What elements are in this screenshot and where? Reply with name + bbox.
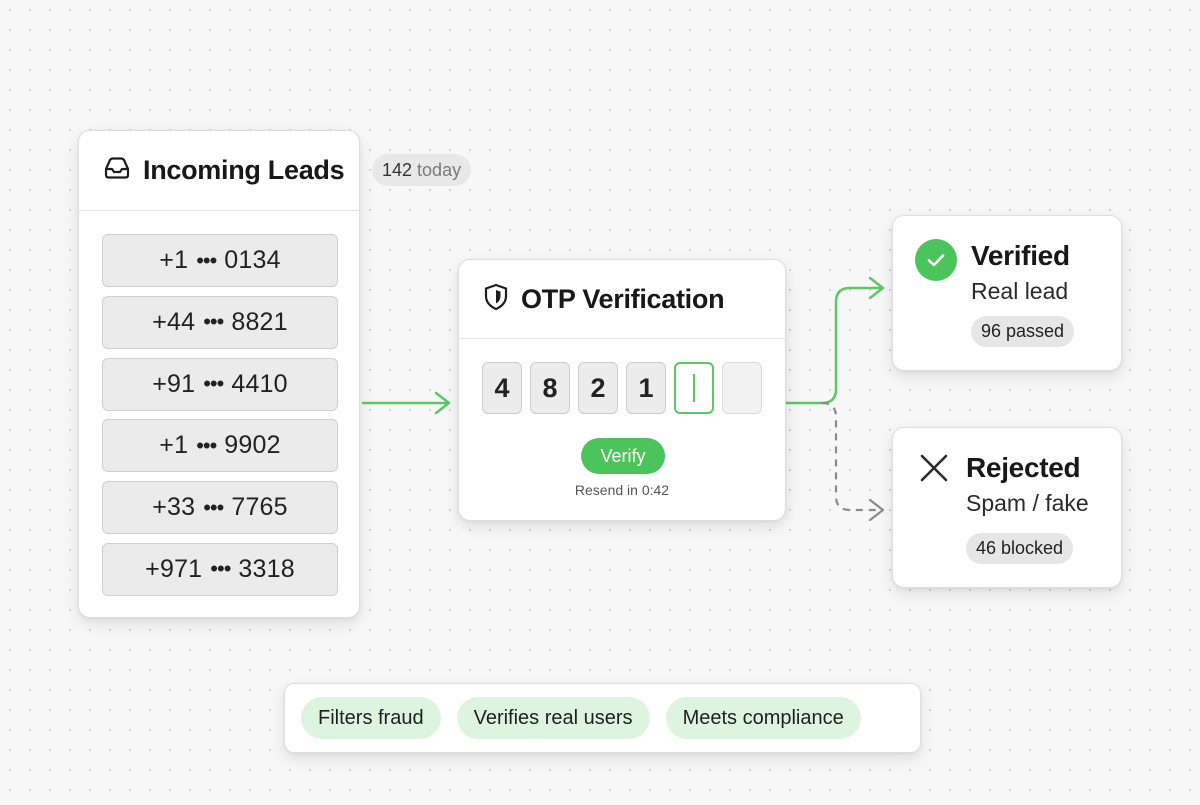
verified-count-badge: 96 passed	[971, 316, 1075, 347]
arrow-otp-to-verified	[786, 276, 885, 405]
otp-digit-box[interactable]: 1	[626, 362, 666, 414]
otp-digit-box[interactable]: 8	[530, 362, 570, 414]
close-icon	[919, 453, 949, 483]
lead-masked-digits: •••	[210, 556, 231, 582]
rejected-title: Rejected	[966, 452, 1081, 483]
lead-country-code: +971	[145, 554, 203, 583]
lead-number-suffix: 0134	[224, 246, 281, 274]
check-circle-icon	[915, 239, 957, 281]
lead-masked-digits: •••	[203, 494, 224, 520]
lead-item[interactable]: +44 ••• 8821	[102, 295, 338, 349]
otp-digit-box[interactable]: 4	[482, 362, 522, 414]
benefit-pill: Verifies real users	[456, 697, 650, 739]
incoming-leads-title: Incoming Leads	[143, 155, 345, 185]
leads-count-unit: today	[417, 159, 462, 180]
lead-masked-digits: •••	[203, 371, 224, 397]
lead-masked-digits: •••	[196, 247, 217, 273]
rejected-subtitle: Spam / fake	[966, 490, 1089, 516]
lead-number-suffix: 9902	[224, 431, 281, 460]
incoming-leads-card: Incoming Leads +1 ••• 0134 +44 ••• 8821 …	[78, 130, 360, 618]
arrow-leads-to-otp	[362, 391, 451, 415]
otp-verification-card: OTP Verification 4 8 2 1 Verify Resend i…	[458, 259, 786, 521]
otp-header: OTP Verification	[459, 260, 785, 339]
otp-title: OTP Verification	[521, 283, 725, 314]
leads-count-badge: 142 today	[372, 154, 472, 186]
lead-item[interactable]: +91 ••• 4410	[102, 357, 338, 411]
verified-title: Verified	[971, 240, 1070, 271]
inbox-icon	[103, 156, 131, 185]
rejected-card: Rejected Spam / fake 46 blocked	[892, 427, 1122, 588]
verified-subtitle: Real lead	[971, 278, 1069, 304]
incoming-leads-header: Incoming Leads	[79, 131, 359, 211]
otp-digit-box-active[interactable]	[674, 362, 714, 414]
lead-item[interactable]: +1 ••• 0134	[102, 234, 338, 287]
shield-icon	[483, 283, 509, 316]
lead-country-code: +44	[152, 307, 196, 336]
lead-country-code: +1	[159, 431, 189, 460]
lead-country-code: +91	[152, 369, 196, 398]
lead-item[interactable]: +33 ••• 7765	[102, 481, 338, 535]
benefits-bar: Filters fraud Verifies real users Meets …	[284, 683, 921, 753]
lead-number-suffix: 4410	[231, 369, 288, 398]
benefit-pill: Filters fraud	[301, 697, 441, 739]
lead-number-suffix: 8821	[231, 307, 288, 336]
resend-timer[interactable]: Resend in 0:42	[459, 482, 785, 498]
verified-card: Verified Real lead 96 passed	[892, 215, 1122, 371]
lead-number-suffix: 3318	[238, 554, 295, 583]
lead-masked-digits: •••	[196, 432, 217, 458]
otp-digit-box-empty[interactable]	[722, 362, 762, 414]
otp-digit-box[interactable]: 2	[578, 362, 618, 414]
lead-list: +1 ••• 0134 +44 ••• 8821 +91 ••• 4410 +1…	[79, 211, 359, 596]
text-caret	[693, 374, 695, 402]
lead-item[interactable]: +1 ••• 9902	[102, 419, 338, 473]
arrow-otp-to-rejected	[821, 401, 885, 522]
leads-count-value: 142	[382, 159, 413, 180]
lead-masked-digits: •••	[203, 309, 224, 335]
lead-item[interactable]: +971 ••• 3318	[102, 542, 338, 596]
rejected-count-badge: 46 blocked	[966, 533, 1074, 564]
verify-button[interactable]: Verify	[581, 438, 665, 474]
otp-input-group: 4 8 2 1	[482, 362, 770, 414]
lead-country-code: +33	[152, 493, 196, 522]
lead-number-suffix: 7765	[231, 493, 288, 522]
lead-country-code: +1	[159, 246, 189, 274]
benefit-pill: Meets compliance	[665, 697, 861, 739]
